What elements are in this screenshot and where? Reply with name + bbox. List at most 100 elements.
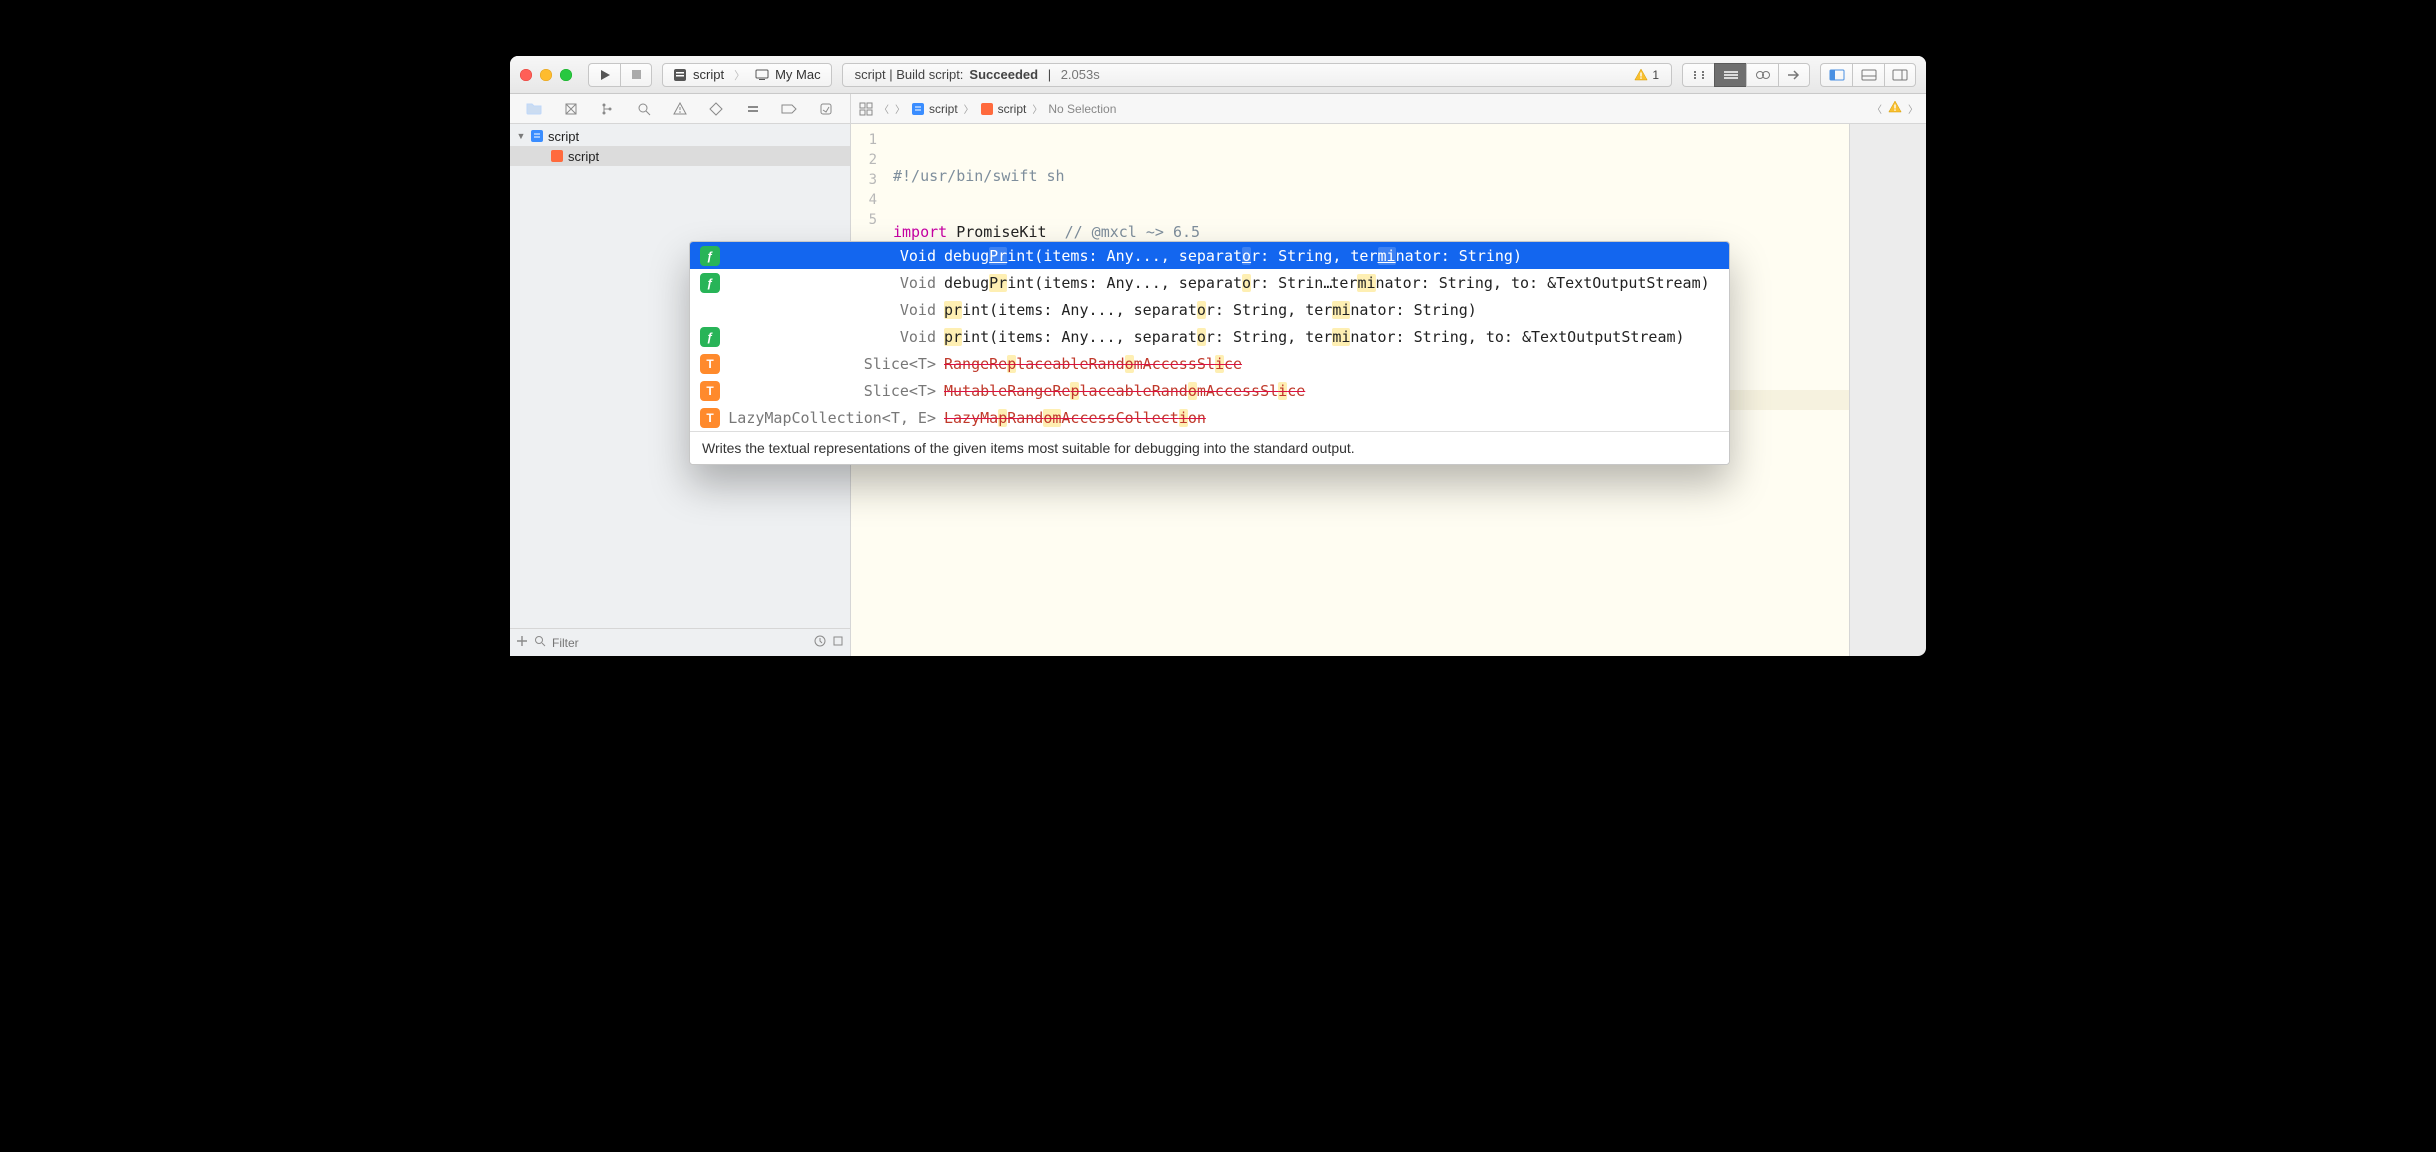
completion-description: Writes the textual representations of th… <box>690 431 1729 464</box>
completion-item[interactable]: ƒ VoiddebugPrint(items: Any..., separator… <box>690 269 1729 296</box>
completion-return-type: Void <box>726 328 944 346</box>
project-navigator-tab[interactable] <box>516 94 552 123</box>
target-icon <box>673 68 687 82</box>
completion-signature: LazyMapRandomAccessCollection <box>944 409 1719 427</box>
completion-signature: MutableRangeReplaceableRandomAccessSlice <box>944 382 1719 400</box>
project-icon <box>530 129 544 143</box>
filter-input[interactable] <box>552 636 808 650</box>
run-button[interactable] <box>588 63 620 87</box>
mac-icon <box>755 68 769 82</box>
completion-return-type: LazyMapCollection<T, E> <box>726 409 944 427</box>
status-result: Succeeded <box>969 67 1038 82</box>
minimize-window-button[interactable] <box>540 69 552 81</box>
completion-item[interactable]: TSlice<T>MutableRangeReplaceableRandomAc… <box>690 377 1729 404</box>
project-icon <box>911 102 925 116</box>
tree-root-label: script <box>548 129 579 144</box>
next-issue-button[interactable]: 〉 <box>1908 101 1918 116</box>
scm-filter-button[interactable] <box>832 635 844 650</box>
completion-item[interactable]: ƒ Voidprint(items: Any..., separator: Str… <box>690 323 1729 350</box>
completion-signature: debugPrint(items: Any..., separator: Str… <box>944 274 1719 292</box>
test-navigator-tab[interactable] <box>698 94 734 123</box>
subbar: 〈 〉 script 〉 script 〉 No Selection 〈 〉 <box>510 94 1926 124</box>
crumb-project[interactable]: script <box>911 102 958 116</box>
status-time: 2.053s <box>1061 67 1100 82</box>
code-line-2: import PromiseKit // @mxcl ~> 6.5 <box>893 222 1849 242</box>
crumb-file-label: script <box>998 102 1027 116</box>
crumb-selection-label: No Selection <box>1048 102 1116 116</box>
crumb-file[interactable]: script <box>980 102 1027 116</box>
scheme-destination: My Mac <box>775 67 821 82</box>
navigator-tabs <box>510 94 851 123</box>
report-navigator-tab[interactable] <box>808 94 844 123</box>
panel-toggle-group <box>1820 63 1916 87</box>
activity-status-bar[interactable]: script | Build script: Succeeded | 2.053… <box>842 63 1672 87</box>
type-badge-icon: T <box>700 381 720 401</box>
recent-filter-button[interactable] <box>814 635 826 650</box>
editor-mode-group <box>1682 63 1810 87</box>
jump-bar[interactable]: 〈 〉 script 〉 script 〉 No Selection 〈 〉 <box>851 94 1926 123</box>
symbol-navigator-tab[interactable] <box>589 94 625 123</box>
function-badge-icon: ƒ <box>700 327 720 347</box>
toggle-utilities-button[interactable] <box>1884 63 1916 87</box>
source-control-navigator-tab[interactable] <box>552 94 588 123</box>
completion-item[interactable]: ƒ VoiddebugPrint(items: Any..., separator… <box>690 242 1729 269</box>
filter-bar <box>510 628 850 656</box>
scheme-separator: 〉 <box>734 67 745 83</box>
completion-item[interactable]: T Slice<T>RangeReplaceableRandomAccessSli… <box>690 350 1729 377</box>
completion-signature: print(items: Any..., separator: String, … <box>944 301 1719 319</box>
function-badge-icon: ƒ <box>700 273 720 293</box>
disclosure-triangle-icon[interactable]: ▼ <box>516 131 526 141</box>
completion-return-type: Void <box>726 274 944 292</box>
standard-editor-button[interactable] <box>1682 63 1714 87</box>
minimap[interactable] <box>1850 124 1926 656</box>
issue-count-button[interactable]: 1 <box>1634 68 1659 82</box>
related-items-icon <box>859 102 873 116</box>
crumb-selection[interactable]: No Selection <box>1048 102 1116 116</box>
zoom-window-button[interactable] <box>560 69 572 81</box>
debug-navigator-tab[interactable] <box>735 94 771 123</box>
filter-icon <box>534 635 546 650</box>
version-editor-button[interactable] <box>1746 63 1778 87</box>
type-badge-icon: T <box>700 354 720 374</box>
close-window-button[interactable] <box>520 69 532 81</box>
breakpoint-navigator-tab[interactable] <box>771 94 807 123</box>
titlebar: script 〉 My Mac script | Build script: S… <box>510 56 1926 94</box>
scheme-picker[interactable]: script 〉 My Mac <box>662 63 832 87</box>
function-badge-icon: ƒ <box>700 246 720 266</box>
completion-return-type: Void <box>726 301 944 319</box>
code-completion-popup: ƒVoiddebugPrint(items: Any..., separator… <box>689 241 1730 465</box>
toggle-navigator-button[interactable] <box>1820 63 1852 87</box>
stop-button[interactable] <box>620 63 652 87</box>
type-badge-icon: T <box>700 408 720 428</box>
crumb-project-label: script <box>929 102 958 116</box>
completion-return-type: Void <box>726 247 944 265</box>
run-stop-group <box>588 63 652 87</box>
back-button[interactable]: 〈 <box>879 101 889 116</box>
toggle-debug-button[interactable] <box>1852 63 1884 87</box>
tree-file[interactable]: script <box>510 146 850 166</box>
scheme-target: script <box>693 67 724 82</box>
completion-return-type: Slice<T> <box>726 355 944 373</box>
completion-signature: debugPrint(items: Any..., separator: Str… <box>944 247 1719 265</box>
forward-button[interactable]: 〉 <box>895 101 905 116</box>
tree-root[interactable]: ▼ script <box>510 126 850 146</box>
add-button[interactable] <box>516 635 528 650</box>
counterpart-button[interactable] <box>1778 63 1810 87</box>
completion-signature: RangeReplaceableRandomAccessSlice <box>944 355 1719 373</box>
warning-icon <box>1888 100 1902 117</box>
swift-file-icon <box>980 102 994 116</box>
completion-signature: print(items: Any..., separator: String, … <box>944 328 1719 346</box>
swift-file-icon <box>550 149 564 163</box>
tree-file-label: script <box>568 149 599 164</box>
code-line-1: #!/usr/bin/swift sh <box>893 167 1065 185</box>
status-prefix: script | Build script: <box>855 67 964 82</box>
assistant-editor-button[interactable] <box>1714 63 1746 87</box>
xcode-window: script 〉 My Mac script | Build script: S… <box>510 56 1926 656</box>
find-navigator-tab[interactable] <box>625 94 661 123</box>
prev-issue-button[interactable]: 〈 <box>1872 101 1882 116</box>
status-warn-count: 1 <box>1652 68 1659 82</box>
completion-item[interactable]: ƒVoidprint(items: Any..., separator: Str… <box>690 296 1729 323</box>
completion-item[interactable]: T LazyMapCollection<T, E>LazyMapRandomAcc… <box>690 404 1729 431</box>
warning-icon <box>1634 68 1648 82</box>
issue-navigator-tab[interactable] <box>662 94 698 123</box>
